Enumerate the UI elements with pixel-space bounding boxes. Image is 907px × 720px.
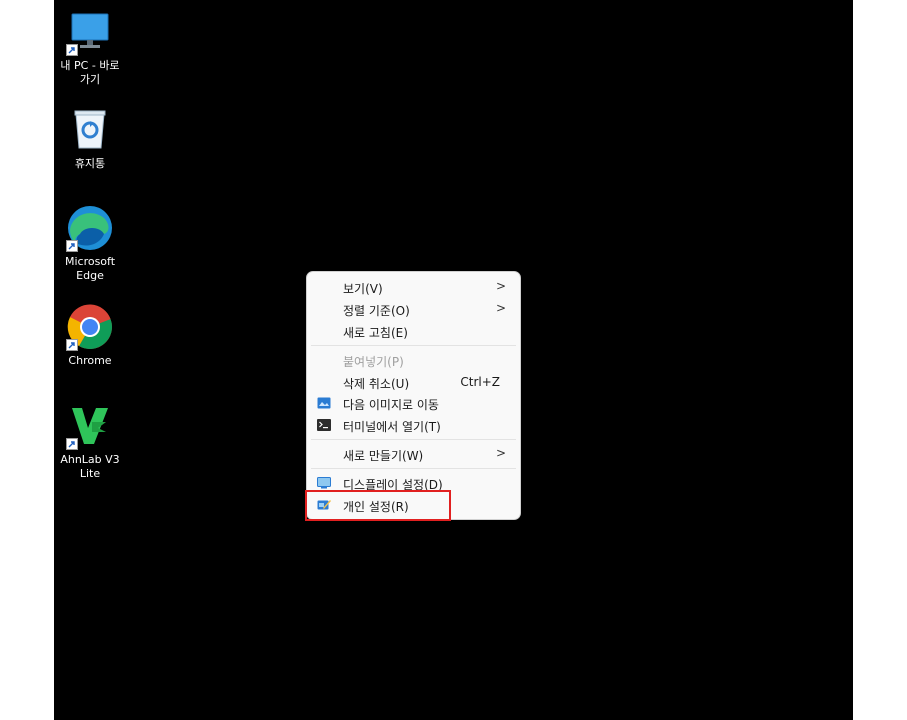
chrome-icon — [66, 303, 114, 351]
desktop-icon-label: 내 PC - 바로 가기 — [60, 59, 120, 86]
menu-item-label: 정렬 기준(O) — [343, 304, 410, 318]
menu-item-label: 새로 만들기(W) — [343, 449, 424, 463]
v3-icon — [66, 402, 114, 450]
menu-item-label: 삭제 취소(U) — [343, 377, 410, 391]
menu-item-new[interactable]: 새로 만들기(W) > — [311, 443, 516, 465]
display-icon — [317, 477, 331, 489]
desktop-context-menu: 보기(V) > 정렬 기준(O) > 새로 고침(E) 붙여넣기(P) 삭제 취… — [306, 271, 521, 520]
menu-item-view[interactable]: 보기(V) > — [311, 276, 516, 298]
edge-icon — [66, 204, 114, 252]
desktop-icon-label: Chrome — [68, 354, 112, 367]
desktop-icon-chrome[interactable]: Chrome — [52, 303, 128, 368]
menu-item-sort-by[interactable]: 정렬 기준(O) > — [311, 298, 516, 320]
terminal-icon — [317, 419, 331, 431]
menu-separator — [311, 468, 516, 469]
chevron-right-icon: > — [495, 446, 506, 460]
menu-item-next-background[interactable]: 다음 이미지로 이동 — [311, 392, 516, 414]
desktop-icon-edge[interactable]: Microsoft Edge — [52, 204, 128, 283]
chevron-right-icon: > — [495, 301, 506, 315]
menu-item-undo-delete[interactable]: 삭제 취소(U) Ctrl+Z — [311, 371, 516, 393]
menu-item-label: 붙여넣기(P) — [343, 355, 404, 369]
desktop-icon-label: Microsoft Edge — [64, 255, 116, 282]
menu-item-open-terminal[interactable]: 터미널에서 열기(T) — [311, 414, 516, 436]
menu-item-label: 보기(V) — [343, 282, 383, 296]
highlight-box — [305, 490, 451, 521]
menu-item-label: 다음 이미지로 이동 — [343, 398, 439, 412]
desktop-icon-label: AhnLab V3 Lite — [60, 453, 120, 480]
menu-item-refresh[interactable]: 새로 고침(E) — [311, 320, 516, 342]
menu-item-shortcut: Ctrl+Z — [460, 375, 500, 389]
desktop-icon-label: 휴지통 — [74, 157, 106, 170]
menu-item-label: 새로 고침(E) — [343, 326, 408, 340]
menu-item-paste: 붙여넣기(P) — [311, 349, 516, 371]
menu-item-label: 터미널에서 열기(T) — [343, 420, 441, 434]
menu-separator — [311, 439, 516, 440]
desktop-icon-recycle-bin[interactable]: 휴지통 — [52, 106, 128, 171]
desktop-icon-ahnlab-v3[interactable]: AhnLab V3 Lite — [52, 402, 128, 481]
desktop-icon-this-pc[interactable]: 내 PC - 바로 가기 — [52, 8, 128, 87]
shortcut-arrow-icon — [66, 339, 78, 351]
next-wallpaper-icon — [317, 397, 331, 409]
shortcut-arrow-icon — [66, 44, 78, 56]
recycle-bin-icon — [66, 106, 114, 154]
shortcut-arrow-icon — [66, 240, 78, 252]
menu-separator — [311, 345, 516, 346]
shortcut-arrow-icon — [66, 438, 78, 450]
monitor-icon — [66, 8, 114, 56]
chevron-right-icon: > — [495, 279, 506, 293]
